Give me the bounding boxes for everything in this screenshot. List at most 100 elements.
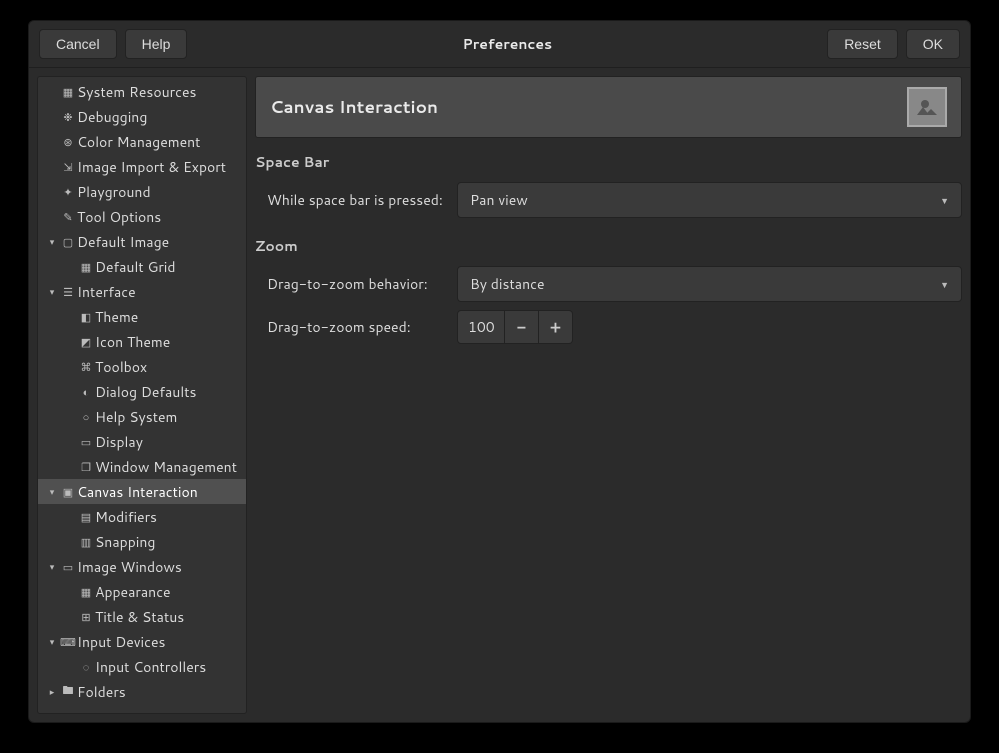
tree-item-label: Window Management <box>95 457 237 477</box>
color-icon: ⊛ <box>60 134 76 150</box>
decrement-button[interactable]: − <box>505 310 539 344</box>
space-bar-dropdown[interactable]: Pan view ▼ <box>457 182 962 218</box>
tree-item[interactable]: ▦Default Grid <box>38 254 246 279</box>
tree-item-label: Input Devices <box>77 632 165 652</box>
tree-item[interactable]: ▾▣Canvas Interaction <box>38 479 246 504</box>
tree-item[interactable]: ⇲Image Import & Export <box>38 154 246 179</box>
tree-item[interactable]: ❉Debugging <box>38 104 246 129</box>
expander-expanded-icon[interactable]: ▾ <box>46 286 58 298</box>
plug-icon: ✦ <box>60 184 76 200</box>
tree-item[interactable]: ▭Display <box>38 429 246 454</box>
row-drag-zoom-behavior: Drag-to-zoom behavior: By distance ▼ <box>267 266 962 302</box>
tree-item-label: Image Import & Export <box>77 157 226 177</box>
import-icon: ⇲ <box>60 159 76 175</box>
tree-item-label: Icon Theme <box>95 332 170 352</box>
dialog-body: ▦System Resources❉Debugging⊛Color Manage… <box>29 68 970 722</box>
tree-item-label: Debugging <box>77 107 147 127</box>
tree-item-label: Dialog Defaults <box>95 382 196 402</box>
expander-expanded-icon[interactable]: ▾ <box>46 561 58 573</box>
appearance-icon: ▦ <box>78 584 94 600</box>
chevron-down-icon: ▼ <box>940 194 949 207</box>
tree-item-label: Appearance <box>95 582 171 602</box>
tree-item-label: Canvas Interaction <box>77 482 198 502</box>
snapping-icon: ▥ <box>78 534 94 550</box>
theme-icon: ◧ <box>78 309 94 325</box>
inputdev-icon: ⌨ <box>60 634 76 650</box>
tree-item-label: Playground <box>77 182 151 202</box>
tree-item-label: Default Image <box>77 232 169 252</box>
tree-item[interactable]: ▦Appearance <box>38 579 246 604</box>
grid-icon: ▦ <box>78 259 94 275</box>
preferences-dialog: Cancel Help Preferences Reset OK ▦System… <box>28 20 971 723</box>
drag-zoom-speed-value[interactable]: 100 <box>457 310 505 344</box>
canvas-icon: ▣ <box>60 484 76 500</box>
tree-item[interactable]: ✎Tool Options <box>38 204 246 229</box>
expander-expanded-icon[interactable]: ▾ <box>46 486 58 498</box>
section-zoom: Zoom <box>255 236 962 256</box>
tree-item-label: Help System <box>95 407 177 427</box>
tree-item[interactable]: ▾▢Default Image <box>38 229 246 254</box>
tree-item[interactable]: ▾⌨Input Devices <box>38 629 246 654</box>
tree-item[interactable]: ⊞Title & Status <box>38 604 246 629</box>
expander-collapsed-icon[interactable]: ▸ <box>46 686 58 698</box>
tree-item-label: Interface <box>77 282 136 302</box>
tree-item[interactable]: ▾☰Interface <box>38 279 246 304</box>
tree-item[interactable]: ✦Playground <box>38 179 246 204</box>
expander-expanded-icon[interactable]: ▾ <box>46 636 58 648</box>
space-bar-value: Pan view <box>470 190 528 210</box>
tree-item[interactable]: ◧Theme <box>38 304 246 329</box>
tree-item[interactable]: ▤Modifiers <box>38 504 246 529</box>
tree-item-label: System Resources <box>77 82 196 102</box>
display-icon: ▭ <box>78 434 94 450</box>
reset-button[interactable]: Reset <box>827 29 898 59</box>
ok-button[interactable]: OK <box>906 29 960 59</box>
section-space-bar: Space Bar <box>255 152 962 172</box>
interface-icon: ☰ <box>60 284 76 300</box>
folder-icon: 🖿 <box>60 684 76 700</box>
dialog-icon: ◐ <box>78 384 94 400</box>
tree-item[interactable]: ○Help System <box>38 404 246 429</box>
tree-item-label: Default Grid <box>95 257 176 277</box>
tree-item-label: Image Windows <box>77 557 182 577</box>
tree-item[interactable]: ◌Input Controllers <box>38 654 246 679</box>
icontheme-icon: ◩ <box>78 334 94 350</box>
cancel-button[interactable]: Cancel <box>39 29 117 59</box>
tree-item-label: Modifiers <box>95 507 157 527</box>
tree-item[interactable]: ◐Dialog Defaults <box>38 379 246 404</box>
increment-button[interactable]: + <box>539 310 573 344</box>
canvas-interaction-icon <box>907 87 947 127</box>
title-icon: ⊞ <box>78 609 94 625</box>
tree-item[interactable]: ▦System Resources <box>38 79 246 104</box>
content-title: Canvas Interaction <box>270 95 895 119</box>
preferences-tree[interactable]: ▦System Resources❉Debugging⊛Color Manage… <box>37 76 247 714</box>
tree-item-label: Title & Status <box>95 607 184 627</box>
dialog-title: Preferences <box>195 34 819 54</box>
help-button[interactable]: Help <box>125 29 188 59</box>
tree-item[interactable]: ◩Icon Theme <box>38 329 246 354</box>
drag-zoom-speed-label: Drag-to-zoom speed: <box>267 317 447 337</box>
tree-item-label: Color Management <box>77 132 200 152</box>
tree-item[interactable]: ⌘Toolbox <box>38 354 246 379</box>
window-icon: ❐ <box>78 459 94 475</box>
drag-zoom-speed-spinner: 100 − + <box>457 310 573 344</box>
controller-icon: ◌ <box>78 659 94 675</box>
tree-item-label: Toolbox <box>95 357 147 377</box>
tree-item[interactable]: ❐Window Management <box>38 454 246 479</box>
tree-item[interactable]: ▾▭Image Windows <box>38 554 246 579</box>
tree-item-label: Display <box>95 432 143 452</box>
dialog-header: Cancel Help Preferences Reset OK <box>29 21 970 68</box>
image-icon: ▢ <box>60 234 76 250</box>
modifiers-icon: ▤ <box>78 509 94 525</box>
tree-item[interactable]: ▸🖿Folders <box>38 679 246 704</box>
toolbox-icon: ⌘ <box>78 359 94 375</box>
expander-expanded-icon[interactable]: ▾ <box>46 236 58 248</box>
chip-icon: ▦ <box>60 84 76 100</box>
tree-item[interactable]: ⊛Color Management <box>38 129 246 154</box>
tree-item-label: Snapping <box>95 532 155 552</box>
drag-zoom-behavior-dropdown[interactable]: By distance ▼ <box>457 266 962 302</box>
tree-item[interactable]: ▥Snapping <box>38 529 246 554</box>
help-icon: ○ <box>78 409 94 425</box>
tree-item-label: Tool Options <box>77 207 161 227</box>
tree-item-label: Theme <box>95 307 138 327</box>
bug-icon: ❉ <box>60 109 76 125</box>
